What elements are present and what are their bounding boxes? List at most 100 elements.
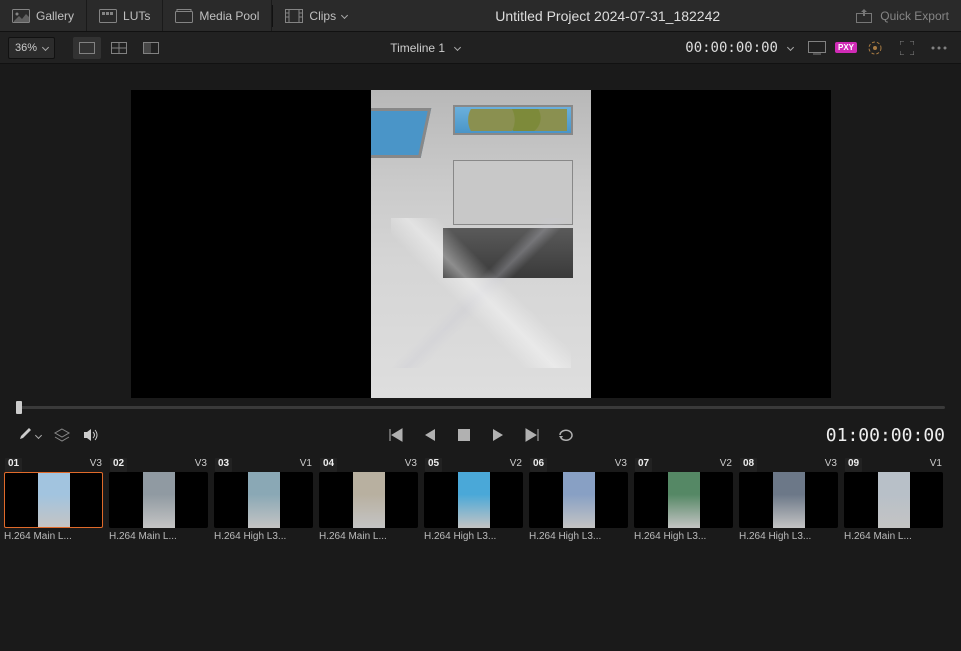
- clip-thumbnail[interactable]: 07 V2 H.264 High L3...: [634, 458, 733, 554]
- thumb-track: V3: [825, 458, 837, 472]
- thumb-header: 06 V3: [529, 458, 628, 472]
- transport-bar: 01:00:00:00: [0, 416, 961, 454]
- luts-button[interactable]: LUTs: [87, 0, 163, 31]
- thumb-header: 05 V2: [424, 458, 523, 472]
- thumb-index: 08: [740, 458, 757, 472]
- top-toolbar-left: Gallery LUTs Media Pool Clips: [0, 0, 359, 31]
- view-single-button[interactable]: [73, 37, 101, 59]
- thumb-index: 03: [215, 458, 232, 472]
- clip-thumbnail-strip: 01 V3 H.264 Main L... 02 V3 H.264 Main L…: [0, 454, 961, 554]
- reverse-play-button[interactable]: [419, 424, 441, 446]
- thumb-header: 02 V3: [109, 458, 208, 472]
- viewer-canvas-area[interactable]: [0, 64, 961, 398]
- options-button[interactable]: [925, 37, 953, 59]
- thumb-index: 02: [110, 458, 127, 472]
- prev-clip-button[interactable]: [385, 424, 407, 446]
- expand-viewer-button[interactable]: [893, 37, 921, 59]
- thumb-header: 04 V3: [319, 458, 418, 472]
- clip-thumbnail[interactable]: 08 V3 H.264 High L3...: [739, 458, 838, 554]
- thumb-index: 07: [635, 458, 652, 472]
- gallery-icon: [12, 9, 30, 23]
- loop-button[interactable]: [555, 424, 577, 446]
- chevron-down-icon: [454, 44, 461, 51]
- thumb-image[interactable]: [214, 472, 313, 528]
- project-title: Untitled Project 2024-07-31_182242: [359, 8, 856, 24]
- thumb-track: V2: [510, 458, 522, 472]
- stop-button[interactable]: [453, 424, 475, 446]
- clip-thumbnail[interactable]: 06 V3 H.264 High L3...: [529, 458, 628, 554]
- thumb-codec-label: H.264 High L3...: [424, 531, 523, 542]
- clips-icon: [285, 9, 303, 23]
- thumb-header: 01 V3: [4, 458, 103, 472]
- luts-label: LUTs: [123, 9, 150, 23]
- expand-icon: [900, 41, 914, 55]
- bypass-grade-button[interactable]: [861, 37, 889, 59]
- top-toolbar: Gallery LUTs Media Pool Clips Untitled P…: [0, 0, 961, 32]
- clip-preview-image: [371, 90, 591, 398]
- zoom-value: 36%: [15, 42, 37, 54]
- reverse-play-icon: [423, 428, 437, 442]
- thumb-track: V3: [90, 458, 102, 472]
- thumb-header: 09 V1: [844, 458, 943, 472]
- zoom-dropdown[interactable]: 36%: [8, 37, 55, 59]
- quick-export-label: Quick Export: [880, 9, 949, 23]
- source-timecode[interactable]: 00:00:00:00: [685, 40, 778, 56]
- prev-clip-icon: [388, 428, 404, 442]
- next-clip-button[interactable]: [521, 424, 543, 446]
- thumb-image[interactable]: [424, 472, 523, 528]
- media-pool-icon: [175, 9, 193, 23]
- record-timecode[interactable]: 01:00:00:00: [826, 425, 945, 446]
- clip-thumbnail[interactable]: 02 V3 H.264 Main L...: [109, 458, 208, 554]
- clip-thumbnail[interactable]: 01 V3 H.264 Main L...: [4, 458, 103, 554]
- image-wipe-icon: [143, 42, 159, 54]
- timeline-name: Timeline 1: [390, 41, 445, 55]
- thumb-header: 08 V3: [739, 458, 838, 472]
- thumb-image[interactable]: [739, 472, 838, 528]
- clips-dropdown[interactable]: Clips: [273, 0, 359, 31]
- stack-tool[interactable]: [53, 427, 71, 443]
- clip-thumbnail[interactable]: 05 V2 H.264 High L3...: [424, 458, 523, 554]
- quick-export-button[interactable]: Quick Export: [856, 9, 961, 23]
- clip-thumbnail[interactable]: 04 V3 H.264 Main L...: [319, 458, 418, 554]
- thumb-image[interactable]: [529, 472, 628, 528]
- playhead-track[interactable]: [16, 406, 945, 409]
- thumb-codec-label: H.264 High L3...: [214, 531, 313, 542]
- monitor-icon: [808, 41, 826, 55]
- thumb-image[interactable]: [109, 472, 208, 528]
- thumb-index: 05: [425, 458, 442, 472]
- stack-icon: [53, 427, 71, 443]
- thumb-codec-label: H.264 Main L...: [4, 531, 103, 542]
- thumb-track: V1: [930, 458, 942, 472]
- thumb-image[interactable]: [844, 472, 943, 528]
- gallery-button[interactable]: Gallery: [0, 0, 87, 31]
- view-grid-button[interactable]: [105, 37, 133, 59]
- viewer-panel: 01:00:00:00: [0, 64, 961, 454]
- view-grid-icon: [111, 42, 127, 54]
- proxy-badge: PXY: [835, 42, 857, 53]
- dots-icon: [931, 46, 947, 50]
- loop-icon: [557, 428, 575, 442]
- playhead-bar: [0, 398, 961, 416]
- chevron-down-icon[interactable]: [787, 44, 794, 51]
- mute-tool[interactable]: [83, 428, 99, 442]
- color-picker-tool[interactable]: [16, 427, 41, 443]
- speaker-icon: [83, 428, 99, 442]
- export-icon: [856, 9, 872, 23]
- clip-thumbnail[interactable]: 03 V1 H.264 High L3...: [214, 458, 313, 554]
- thumb-index: 04: [320, 458, 337, 472]
- timeline-dropdown[interactable]: Timeline 1: [390, 41, 460, 55]
- transport-tools-left: [16, 427, 99, 443]
- thumb-image[interactable]: [4, 472, 103, 528]
- chevron-down-icon: [42, 44, 49, 51]
- media-pool-button[interactable]: Media Pool: [163, 0, 272, 31]
- thumb-image[interactable]: [319, 472, 418, 528]
- play-button[interactable]: [487, 424, 509, 446]
- image-wipe-button[interactable]: [137, 37, 165, 59]
- render-cache-button[interactable]: [803, 37, 831, 59]
- playhead-knob[interactable]: [16, 401, 22, 414]
- clip-thumbnail[interactable]: 09 V1 H.264 Main L...: [844, 458, 943, 554]
- play-icon: [491, 428, 505, 442]
- transport-controls: [385, 424, 577, 446]
- eyedropper-icon: [16, 427, 32, 443]
- thumb-image[interactable]: [634, 472, 733, 528]
